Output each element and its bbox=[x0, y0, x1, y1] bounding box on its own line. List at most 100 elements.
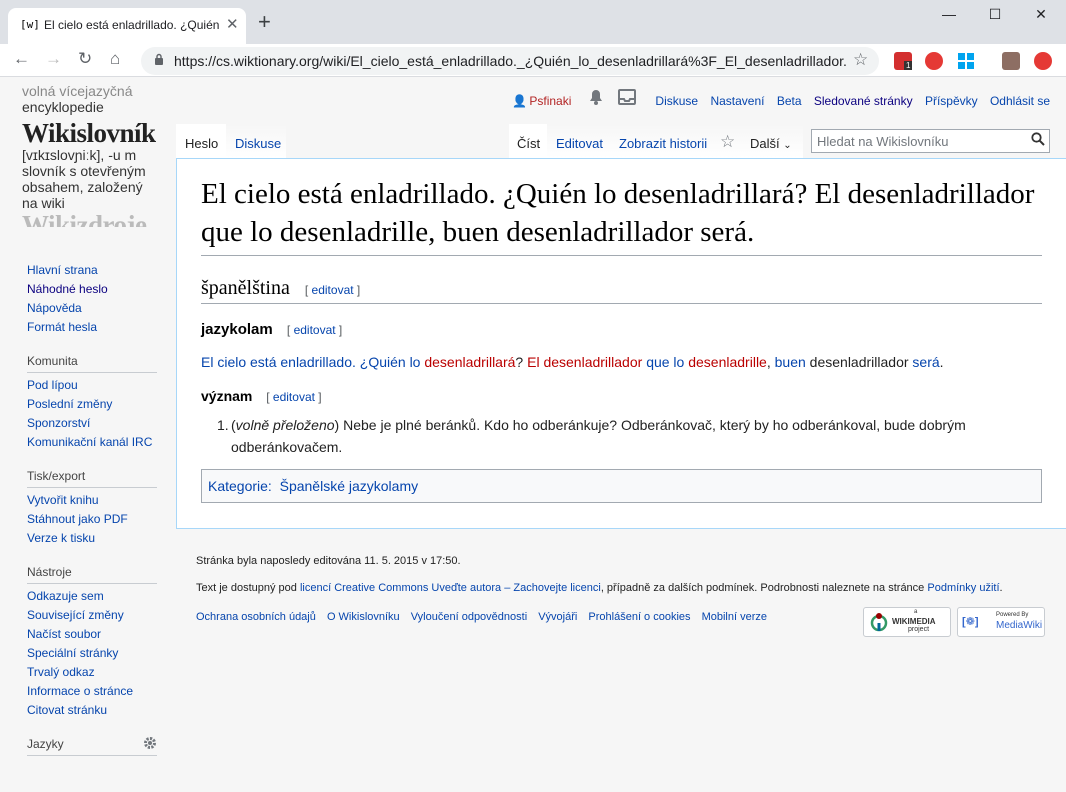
categories-label[interactable]: Kategorie: bbox=[208, 478, 272, 494]
footer-link-mobile[interactable]: Mobilní verze bbox=[702, 611, 767, 623]
logout-link[interactable]: Odhlásit se bbox=[990, 94, 1050, 108]
sidebar-item-whatlinkshere[interactable]: Odkazuje sem bbox=[27, 589, 157, 608]
sidebar-heading-print: Tisk/export bbox=[27, 469, 157, 488]
inbox-icon[interactable] bbox=[618, 89, 639, 108]
tab-edit[interactable]: Editovat bbox=[547, 124, 611, 158]
home-button[interactable]: ⌂ bbox=[110, 49, 120, 69]
article-content: El cielo está enladrillado. ¿Quién lo de… bbox=[176, 158, 1066, 529]
language-heading: španělština [ editovat ] bbox=[201, 277, 360, 300]
logo-line-1: volná vícejazyčná bbox=[22, 83, 133, 99]
more-menu[interactable]: Další ⌄ bbox=[741, 124, 803, 158]
browser-toolbar: ← → ↻ ⌂ https://cs.wiktionary.org/wiki/E… bbox=[0, 44, 1066, 77]
tab-talk[interactable]: Diskuse bbox=[226, 124, 286, 158]
maximize-button[interactable]: ☐ bbox=[972, 6, 1018, 23]
footer-links: Ochrana osobních údajů O Wikislovníku Vy… bbox=[196, 611, 775, 623]
minimize-button[interactable]: — bbox=[926, 6, 972, 22]
sidebar-item-related-changes[interactable]: Související změny bbox=[27, 608, 157, 627]
talk-link[interactable]: Diskuse bbox=[655, 94, 698, 108]
windows-extension-icon[interactable] bbox=[957, 52, 975, 70]
sidebar-item-print[interactable]: Verze k tisku bbox=[27, 531, 157, 550]
logo-desc-3: na wiki bbox=[22, 195, 65, 211]
tab-edit-label: Editovat bbox=[556, 136, 603, 151]
back-button[interactable]: ← bbox=[13, 49, 30, 69]
page-title: El cielo está enladrillado. ¿Quién lo de… bbox=[201, 178, 1035, 248]
update-icon[interactable] bbox=[1034, 52, 1052, 70]
phrase-link[interactable]: El cielo está enladrillado. bbox=[201, 354, 356, 370]
browser-tab[interactable]: [w] El cielo está enladrillado. ¿Quién l… bbox=[8, 8, 246, 44]
tab-history[interactable]: Zobrazit historii bbox=[611, 124, 715, 158]
phrase-link[interactable]: ¿Quién lo bbox=[360, 354, 421, 370]
search-icon[interactable] bbox=[1031, 132, 1045, 150]
wiki-page: volná vícejazyčná encyklopedie Wikislovn… bbox=[0, 77, 1066, 792]
sidebar-item-help[interactable]: Nápověda bbox=[27, 301, 157, 320]
license-text: Text je dostupný pod licencí Creative Co… bbox=[196, 582, 1003, 594]
wikimedia-a: a bbox=[914, 609, 918, 615]
sidebar-item-upload[interactable]: Načíst soubor bbox=[27, 627, 157, 646]
sidebar-item-recent-changes[interactable]: Poslední změny bbox=[27, 397, 157, 416]
edit-link[interactable]: editovat bbox=[273, 390, 315, 404]
phrase-link[interactable]: que lo bbox=[646, 354, 684, 370]
gear-icon[interactable] bbox=[143, 736, 157, 753]
category-box: Kategorie: Španělské jazykolamy bbox=[201, 469, 1042, 503]
sidebar-item-village-pump[interactable]: Pod lípou bbox=[27, 378, 157, 397]
address-bar[interactable]: https://cs.wiktionary.org/wiki/El_cielo_… bbox=[141, 47, 879, 75]
sidebar-item-pdf[interactable]: Stáhnout jako PDF bbox=[27, 512, 157, 531]
extension-1-icon[interactable]: 1 bbox=[894, 52, 913, 70]
contributions-link[interactable]: Příspěvky bbox=[925, 94, 978, 108]
phrase-redlink[interactable]: desenladrillará bbox=[424, 354, 515, 370]
tab-read[interactable]: Číst bbox=[509, 124, 547, 158]
search-input[interactable]: Hledat na Wikislovníku bbox=[811, 129, 1050, 153]
url-text[interactable]: https://cs.wiktionary.org/wiki/El_cielo_… bbox=[174, 53, 846, 69]
bell-icon[interactable] bbox=[589, 90, 606, 108]
close-window-button[interactable]: ✕ bbox=[1018, 6, 1064, 23]
watchlist-link[interactable]: Sledované stránky bbox=[814, 94, 913, 108]
sidebar-item-random[interactable]: Náhodné heslo bbox=[27, 282, 157, 301]
footer-link-developers[interactable]: Vývojáři bbox=[538, 611, 577, 623]
sidebar-item-cite[interactable]: Citovat stránku bbox=[27, 703, 157, 722]
bookmark-star-icon[interactable]: ☆ bbox=[853, 50, 868, 70]
site-logo[interactable]: volná vícejazyčná encyklopedie Wikislovn… bbox=[22, 77, 162, 227]
new-tab-button[interactable]: + bbox=[258, 11, 271, 33]
wiktionary-favicon-icon: [w] bbox=[20, 18, 40, 31]
edit-link[interactable]: editovat bbox=[312, 283, 354, 297]
footer-link-cookies[interactable]: Prohlášení o cookies bbox=[588, 611, 690, 623]
profile-avatar[interactable] bbox=[1002, 52, 1020, 70]
sidebar-item-page-info[interactable]: Informace o stránce bbox=[27, 684, 157, 703]
logo-next: Wikizdroje bbox=[22, 210, 147, 227]
forward-button[interactable]: → bbox=[45, 49, 62, 69]
mediawiki-logo-icon: [❁] bbox=[962, 616, 979, 628]
meaning-heading-text: význam bbox=[201, 388, 253, 404]
definition-text: Nebe je plné beránků. Kdo ho odberánkuje… bbox=[231, 417, 966, 455]
tab-page[interactable]: Heslo bbox=[176, 124, 226, 158]
phrase-link[interactable]: será bbox=[912, 354, 939, 370]
sidebar-item-irc[interactable]: Komunikační kanál IRC bbox=[27, 435, 157, 454]
sidebar-item-main-page[interactable]: Hlavní strana bbox=[27, 263, 157, 282]
user-link[interactable]: Psfinaki bbox=[529, 94, 571, 108]
adblock-icon[interactable] bbox=[925, 52, 943, 70]
phrase-redlink[interactable]: desenladrille bbox=[688, 354, 767, 370]
sidebar-item-permalink[interactable]: Trvalý odkaz bbox=[27, 665, 157, 684]
language-divider bbox=[201, 303, 1042, 304]
license-end: . bbox=[999, 582, 1003, 594]
watch-star-icon[interactable]: ☆ bbox=[715, 124, 741, 158]
phrase-redlink[interactable]: El desenladrillador bbox=[527, 354, 642, 370]
license-link[interactable]: licencí Creative Commons Uveďte autora –… bbox=[300, 582, 601, 594]
footer-link-about[interactable]: O Wikislovníku bbox=[327, 611, 400, 623]
preferences-link[interactable]: Nastavení bbox=[710, 94, 764, 108]
footer-link-privacy[interactable]: Ochrana osobních údajů bbox=[196, 611, 316, 623]
wikimedia-badge[interactable]: a WIKIMEDIA project bbox=[863, 607, 951, 637]
tab-close-icon[interactable]: ✕ bbox=[226, 15, 239, 33]
sidebar-item-format[interactable]: Formát hesla bbox=[27, 320, 157, 339]
phrase-link[interactable]: buen bbox=[775, 354, 806, 370]
reload-button[interactable]: ↻ bbox=[78, 49, 92, 69]
language-heading-text: španělština bbox=[201, 277, 290, 299]
sidebar-item-special-pages[interactable]: Speciální stránky bbox=[27, 646, 157, 665]
sidebar-item-sponsorship[interactable]: Sponzorství bbox=[27, 416, 157, 435]
footer-link-disclaimer[interactable]: Vyloučení odpovědnosti bbox=[411, 611, 527, 623]
beta-link[interactable]: Beta bbox=[777, 94, 802, 108]
sidebar-item-create-book[interactable]: Vytvořit knihu bbox=[27, 493, 157, 512]
category-link[interactable]: Španělské jazykolamy bbox=[280, 478, 419, 494]
edit-link[interactable]: editovat bbox=[294, 323, 336, 337]
mediawiki-badge[interactable]: [❁] Powered By MediaWiki bbox=[957, 607, 1045, 637]
terms-link[interactable]: Podmínky užití bbox=[927, 582, 999, 594]
